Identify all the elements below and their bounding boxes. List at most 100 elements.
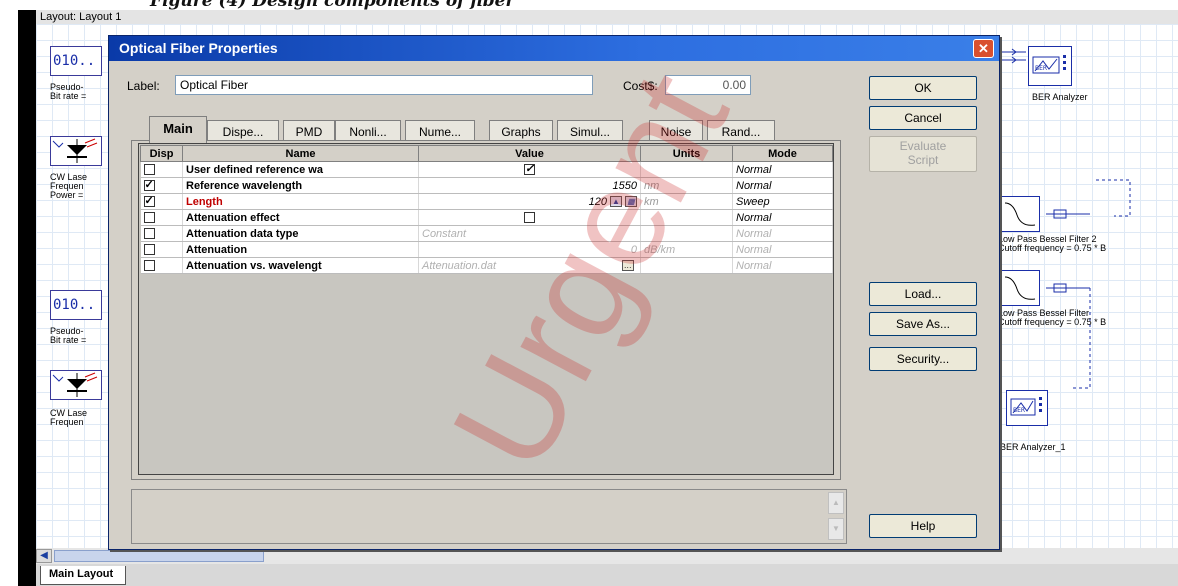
col-header-disp[interactable]: Disp xyxy=(140,145,183,162)
scroll-up-icon[interactable]: ▲ xyxy=(828,492,844,514)
param-name: Reference wavelength xyxy=(182,177,419,194)
param-value-cell[interactable]: Attenuation.dat … xyxy=(418,257,641,274)
col-header-units[interactable]: Units xyxy=(640,145,733,162)
label-input[interactable]: Optical Fiber xyxy=(175,75,593,95)
param-name: Attenuation effect xyxy=(182,209,419,226)
disp-checkbox[interactable] xyxy=(143,194,155,208)
tab-random[interactable]: Rand... xyxy=(707,120,775,142)
scroll-down-icon[interactable]: ▼ xyxy=(828,518,844,540)
table-row[interactable]: Attenuation vs. wavelengt Attenuation.da… xyxy=(140,257,833,274)
sweep-icon[interactable]: ▲ xyxy=(610,196,622,208)
param-mode[interactable]: Normal xyxy=(732,209,833,226)
tab-pmd[interactable]: PMD xyxy=(283,120,335,142)
disp-checkbox[interactable] xyxy=(143,228,155,240)
scroll-left-icon[interactable]: ◀ xyxy=(36,549,52,563)
table-row[interactable]: Reference wavelength 1550 nm Normal xyxy=(140,177,833,194)
param-name: Attenuation xyxy=(182,241,419,258)
table-header-row: Disp Name Value Units Mode xyxy=(140,145,833,162)
description-area: ▲ ▼ xyxy=(131,489,847,544)
param-units: dB/km xyxy=(640,241,733,258)
security-button[interactable]: Security... xyxy=(869,347,977,371)
laser-2-frequency: Frequen xyxy=(50,417,84,427)
bessel-filter-2-icon[interactable] xyxy=(1000,196,1040,232)
table-row[interactable]: Attenuation data type Constant Normal xyxy=(140,225,833,242)
table-row[interactable]: Attenuation effect Normal xyxy=(140,209,833,226)
help-button[interactable]: Help xyxy=(869,514,977,538)
cw-laser-icon[interactable] xyxy=(50,136,102,166)
disp-checkbox[interactable] xyxy=(143,244,155,256)
param-value[interactable]: Constant xyxy=(418,225,641,242)
filter-2-output-port xyxy=(1046,209,1090,219)
disp-checkbox[interactable] xyxy=(143,212,155,224)
tab-dispersion[interactable]: Dispe... xyxy=(207,120,279,142)
tab-simulation[interactable]: Simul... xyxy=(557,120,623,142)
param-units xyxy=(640,225,733,242)
col-header-value[interactable]: Value xyxy=(418,145,641,162)
bessel-filter-cutoff: Cutoff frequency = 0.75 * B xyxy=(998,317,1107,327)
main-tab-panel: Disp Name Value Units Mode User defined … xyxy=(131,140,841,480)
param-mode[interactable]: Sweep xyxy=(732,193,833,210)
table-row[interactable]: Attenuation 0 dB/km Normal xyxy=(140,241,833,258)
prbs-generator-icon[interactable]: 010.. xyxy=(50,46,102,76)
param-name: Attenuation vs. wavelengt xyxy=(182,257,419,274)
ok-button[interactable]: OK xyxy=(869,76,977,100)
tab-main-layout[interactable]: Main Layout xyxy=(40,566,127,585)
param-value: Attenuation.dat xyxy=(422,259,497,272)
prbs-bitrate: Bit rate = xyxy=(50,91,87,101)
param-value-cell[interactable]: 120 ▲ ▦ xyxy=(418,193,641,210)
dashed-connection-2 xyxy=(1046,283,1091,389)
tab-graphs[interactable]: Graphs xyxy=(489,120,553,142)
scroll-thumb[interactable] xyxy=(54,550,264,562)
param-value[interactable]: 1550 xyxy=(418,177,641,194)
param-value: 120 xyxy=(588,195,607,208)
cw-laser-2-icon[interactable] xyxy=(50,370,102,400)
cost-input[interactable]: 0.00 xyxy=(665,75,751,95)
bessel-filter-icon[interactable] xyxy=(1000,270,1040,306)
tab-nonlinear[interactable]: Nonli... xyxy=(335,120,401,142)
browse-icon[interactable]: … xyxy=(622,260,634,271)
param-name: User defined reference wa xyxy=(182,161,419,178)
table-row[interactable]: User defined reference wa Normal xyxy=(140,161,833,178)
param-value[interactable]: 0 xyxy=(418,241,641,258)
ber-analyzer-1-icon[interactable]: BER xyxy=(1006,390,1048,426)
table-icon[interactable]: ▦ xyxy=(625,196,637,208)
svg-text:BER: BER xyxy=(1035,65,1047,72)
value-checkbox[interactable] xyxy=(524,162,535,176)
save-as-button[interactable]: Save As... xyxy=(869,312,977,336)
value-checkbox[interactable] xyxy=(524,212,535,224)
param-mode[interactable]: Normal xyxy=(732,161,833,178)
param-mode[interactable]: Normal xyxy=(732,225,833,242)
cancel-button[interactable]: Cancel xyxy=(869,106,977,130)
param-mode[interactable]: Normal xyxy=(732,257,833,274)
param-name: Length xyxy=(182,193,419,210)
label-caption: Label: xyxy=(127,79,160,93)
evaluate-script-button[interactable]: Evaluate Script xyxy=(869,136,977,172)
svg-text:BER: BER xyxy=(1013,407,1025,414)
param-units xyxy=(640,209,733,226)
param-name: Attenuation data type xyxy=(182,225,419,242)
description-scrollbar[interactable]: ▲ ▼ xyxy=(828,492,844,541)
table-row[interactable]: Length 120▲▦ km Sweep xyxy=(140,193,833,210)
param-units: km xyxy=(640,193,733,210)
disp-checkbox[interactable] xyxy=(143,178,155,192)
dashed-connection-1 xyxy=(1096,179,1131,217)
col-header-name[interactable]: Name xyxy=(182,145,419,162)
tab-noise[interactable]: Noise xyxy=(649,120,703,142)
param-mode[interactable]: Normal xyxy=(732,177,833,194)
param-mode[interactable]: Normal xyxy=(732,241,833,258)
tab-main[interactable]: Main xyxy=(149,116,207,143)
parameters-grid: Disp Name Value Units Mode User defined … xyxy=(138,143,834,475)
prbs-generator-2-icon[interactable]: 010.. xyxy=(50,290,102,320)
ber-analyzer-icon[interactable]: BER xyxy=(1028,46,1072,86)
close-button[interactable]: ✕ xyxy=(973,39,994,58)
horizontal-scrollbar[interactable]: ◀ xyxy=(36,548,1178,564)
prbs-2-bitrate: Bit rate = xyxy=(50,335,87,345)
param-units xyxy=(640,161,733,178)
disp-checkbox[interactable] xyxy=(143,164,155,176)
load-button[interactable]: Load... xyxy=(869,282,977,306)
ber-analyzer-label: BER Analyzer xyxy=(1032,92,1088,102)
tab-numerical[interactable]: Nume... xyxy=(405,120,475,142)
disp-checkbox[interactable] xyxy=(143,260,155,272)
col-header-mode[interactable]: Mode xyxy=(732,145,833,162)
bessel-filter-2-cutoff: Cutoff frequency = 0.75 * B xyxy=(998,243,1107,253)
